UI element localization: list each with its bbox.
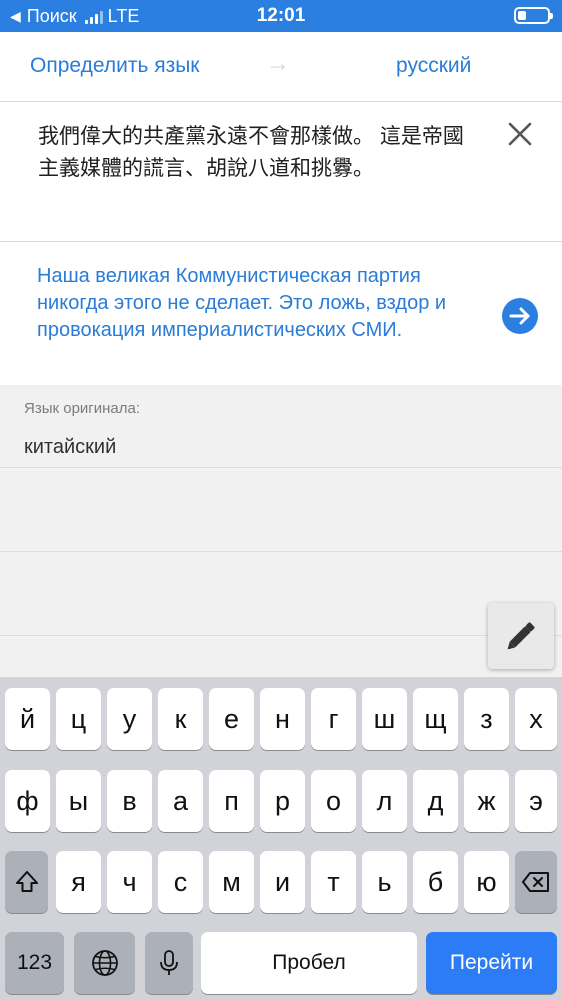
status-time: 12:01 [256,5,306,26]
battery-level [518,11,526,20]
key[interactable]: т [311,851,356,913]
target-language-button[interactable]: русский [396,54,471,78]
divider [0,551,562,552]
backspace-icon [522,872,549,892]
backspace-key[interactable] [515,851,557,913]
numbers-key[interactable]: 123 [5,932,64,994]
go-key[interactable]: Перейти [426,932,557,994]
key[interactable]: р [260,770,305,832]
globe-key[interactable] [74,932,135,994]
translation-area: Наша великая Коммунистическая партия ник… [0,243,562,385]
space-key[interactable]: Пробел [201,932,417,994]
globe-icon [91,950,118,976]
key[interactable]: ь [362,851,407,913]
key[interactable]: ж [464,770,509,832]
key[interactable]: ф [5,770,50,832]
key[interactable]: э [515,770,557,832]
pen-icon [507,622,535,650]
key[interactable]: и [260,851,305,913]
battery-icon [514,7,553,24]
key[interactable]: е [209,688,254,750]
microphone-key[interactable] [145,932,193,994]
arrow-right-circle-icon[interactable] [502,298,538,334]
status-bar: ◀ Поиск LTE 12:01 [0,0,562,32]
key[interactable]: я [56,851,101,913]
key[interactable]: с [158,851,203,913]
key[interactable]: п [209,770,254,832]
key[interactable]: м [209,851,254,913]
key[interactable]: ш [362,688,407,750]
key[interactable]: щ [413,688,458,750]
key[interactable]: ю [464,851,509,913]
key[interactable]: а [158,770,203,832]
key[interactable]: г [311,688,356,750]
details-panel: Язык оригинала: китайский [0,385,562,677]
key[interactable]: в [107,770,152,832]
key[interactable]: д [413,770,458,832]
keyboard: й ц у к е н г ш щ з х ф ы в а п р о л д … [0,677,562,1000]
key[interactable]: у [107,688,152,750]
divider [0,635,562,636]
key[interactable]: о [311,770,356,832]
swap-arrow-icon[interactable]: → [266,50,290,78]
language-bar: Определить язык → русский [0,32,562,102]
original-language-value: китайский [24,436,117,458]
source-language-button[interactable]: Определить язык [30,54,200,78]
translation-text[interactable]: Наша великая Коммунистическая партия ник… [37,263,477,344]
key[interactable]: ч [107,851,152,913]
microphone-icon [160,950,178,975]
key[interactable]: й [5,688,50,750]
key[interactable]: з [464,688,509,750]
source-text-area[interactable]: 我們偉大的共產黨永遠不會那樣做。 這是帝國主義媒體的謊言、胡說八道和挑釁。 [0,103,562,242]
shift-icon [15,871,38,892]
key[interactable]: л [362,770,407,832]
key[interactable]: ц [56,688,101,750]
key[interactable]: н [260,688,305,750]
key[interactable]: х [515,688,557,750]
original-language-label: Язык оригинала: [24,400,141,417]
divider [0,467,562,468]
key[interactable]: к [158,688,203,750]
close-icon[interactable] [503,117,537,151]
key[interactable]: ы [56,770,101,832]
source-text[interactable]: 我們偉大的共產黨永遠不會那樣做。 這是帝國主義媒體的謊言、胡說八道和挑釁。 [38,121,478,185]
key[interactable]: б [413,851,458,913]
handwrite-button[interactable] [488,603,554,669]
shift-key[interactable] [5,851,48,913]
